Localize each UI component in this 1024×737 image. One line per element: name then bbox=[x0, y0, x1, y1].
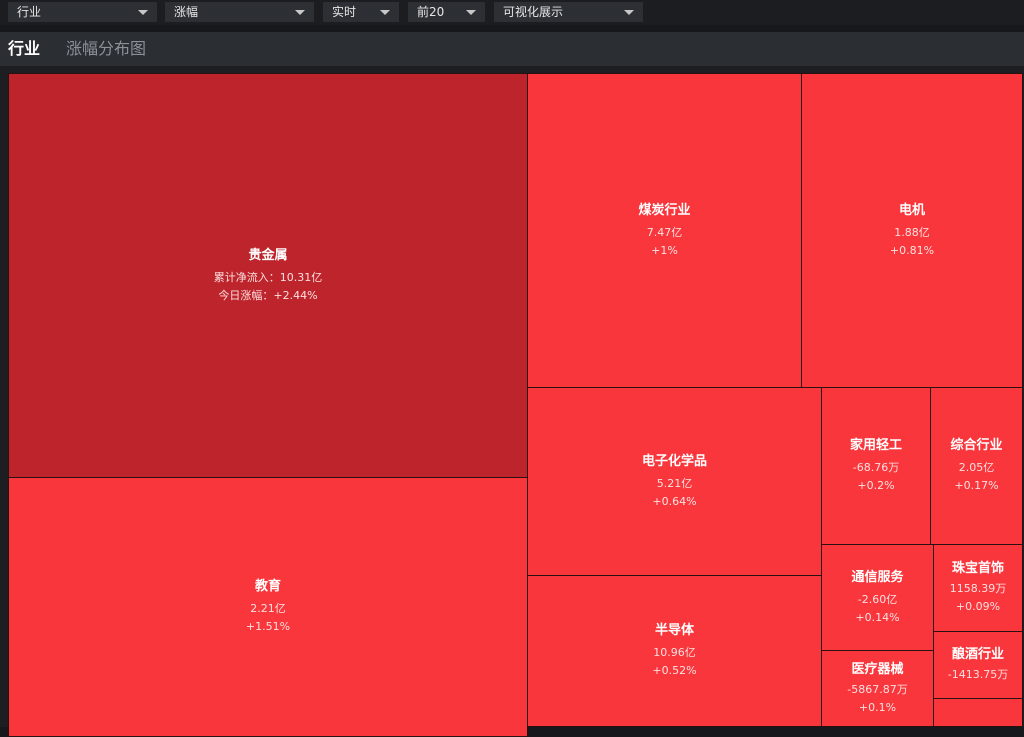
tile-electronic-chemicals[interactable]: 电子化学品 5.21亿 +0.64% bbox=[527, 387, 822, 576]
tile-education[interactable]: 教育 2.21亿 +1.51% bbox=[8, 477, 528, 737]
tile-change: +0.81% bbox=[889, 243, 935, 257]
view-select-value: 可视化展示 bbox=[503, 5, 564, 19]
tile-name: 珠宝首饰 bbox=[951, 561, 1004, 576]
tile-change: +0.52% bbox=[652, 664, 697, 677]
tile-flow: -68.76万 bbox=[852, 461, 900, 474]
tile-change: 今日涨幅：+2.44% bbox=[218, 288, 318, 302]
metric-select-value: 涨幅 bbox=[174, 5, 199, 19]
header-bar: 行业 涨幅分布图 bbox=[0, 32, 1024, 66]
metric-select[interactable]: 涨幅 bbox=[165, 2, 314, 22]
tab-gain-distribution[interactable]: 涨幅分布图 bbox=[66, 39, 146, 59]
tile-name: 酿酒行业 bbox=[951, 647, 1004, 662]
tile-jewelry[interactable]: 珠宝首饰 1158.39万 +0.09% bbox=[933, 544, 1023, 632]
tile-name: 煤炭行业 bbox=[638, 202, 691, 218]
tile-flow: 7.47亿 bbox=[646, 225, 683, 239]
tile-flow: 1.88亿 bbox=[894, 225, 930, 239]
category-select[interactable]: 行业 bbox=[8, 2, 157, 22]
tile-liquor[interactable]: 酿酒行业 -1413.75万 bbox=[933, 631, 1023, 699]
tile-flow: -5867.87万 bbox=[847, 682, 908, 696]
tab-industry[interactable]: 行业 bbox=[8, 39, 40, 59]
tile-name: 电机 bbox=[898, 202, 925, 218]
tile-name: 通信服务 bbox=[851, 569, 904, 585]
tile-flow: 2.21亿 bbox=[250, 602, 286, 615]
tile-flow: 5.21亿 bbox=[656, 476, 693, 490]
tile-motor[interactable]: 电机 1.88亿 +0.81% bbox=[801, 73, 1023, 388]
view-select[interactable]: 可视化展示 bbox=[494, 2, 643, 22]
tile-flow: 1158.39万 bbox=[949, 582, 1007, 595]
tile-change: +1% bbox=[651, 243, 678, 257]
tile-name: 教育 bbox=[254, 579, 281, 594]
tile-telecom-services[interactable]: 通信服务 -2.60亿 +0.14% bbox=[821, 544, 934, 651]
tile-coal[interactable]: 煤炭行业 7.47亿 +1% bbox=[527, 73, 802, 388]
chevron-down-icon bbox=[295, 10, 305, 15]
time-select[interactable]: 实时 bbox=[323, 2, 399, 22]
tile-change: +0.64% bbox=[652, 494, 697, 508]
tile-home-light-industry[interactable]: 家用轻工 -68.76万 +0.2% bbox=[821, 387, 931, 545]
tile-change: +0.14% bbox=[855, 610, 900, 624]
tile-precious-metals[interactable]: 贵金属 累计净流入：10.31亿 今日涨幅：+2.44% bbox=[8, 73, 528, 478]
tile-name: 电子化学品 bbox=[641, 453, 707, 469]
tile-flow: 累计净流入：10.31亿 bbox=[213, 270, 323, 284]
time-select-value: 实时 bbox=[332, 5, 357, 19]
tile-unlabeled[interactable] bbox=[933, 698, 1023, 727]
top-select-value: 前20 bbox=[417, 5, 445, 19]
tile-change: +1.51% bbox=[245, 620, 291, 633]
tile-name: 家用轻工 bbox=[849, 438, 902, 453]
chevron-down-icon bbox=[624, 10, 634, 15]
tile-flow: 2.05亿 bbox=[958, 461, 995, 474]
industry-treemap: 贵金属 累计净流入：10.31亿 今日涨幅：+2.44% 教育 2.21亿 +1… bbox=[0, 66, 1024, 737]
tile-change: +0.1% bbox=[858, 700, 897, 714]
filter-toolbar: 行业 涨幅 实时 前20 可视化展示 bbox=[0, 0, 1024, 25]
tile-change: +0.2% bbox=[857, 479, 895, 492]
tile-flow: 10.96亿 bbox=[653, 646, 696, 659]
tile-flow: -1413.75万 bbox=[947, 668, 1009, 681]
tile-name: 半导体 bbox=[654, 623, 694, 638]
tile-comprehensive[interactable]: 综合行业 2.05亿 +0.17% bbox=[930, 387, 1023, 545]
chevron-down-icon bbox=[466, 10, 476, 15]
tile-name: 医疗器械 bbox=[851, 661, 904, 677]
tile-change: +0.09% bbox=[955, 600, 1001, 613]
tile-semiconductor[interactable]: 半导体 10.96亿 +0.52% bbox=[527, 575, 822, 727]
chevron-down-icon bbox=[380, 10, 390, 15]
chevron-down-icon bbox=[138, 10, 148, 15]
tile-name: 贵金属 bbox=[248, 247, 288, 263]
tile-medical-devices[interactable]: 医疗器械 -5867.87万 +0.1% bbox=[821, 650, 934, 727]
tile-flow: -2.60亿 bbox=[857, 592, 898, 606]
tile-name: 综合行业 bbox=[950, 438, 1003, 453]
category-select-value: 行业 bbox=[17, 5, 42, 19]
top-select[interactable]: 前20 bbox=[408, 2, 485, 22]
tile-change: +0.17% bbox=[954, 479, 999, 492]
